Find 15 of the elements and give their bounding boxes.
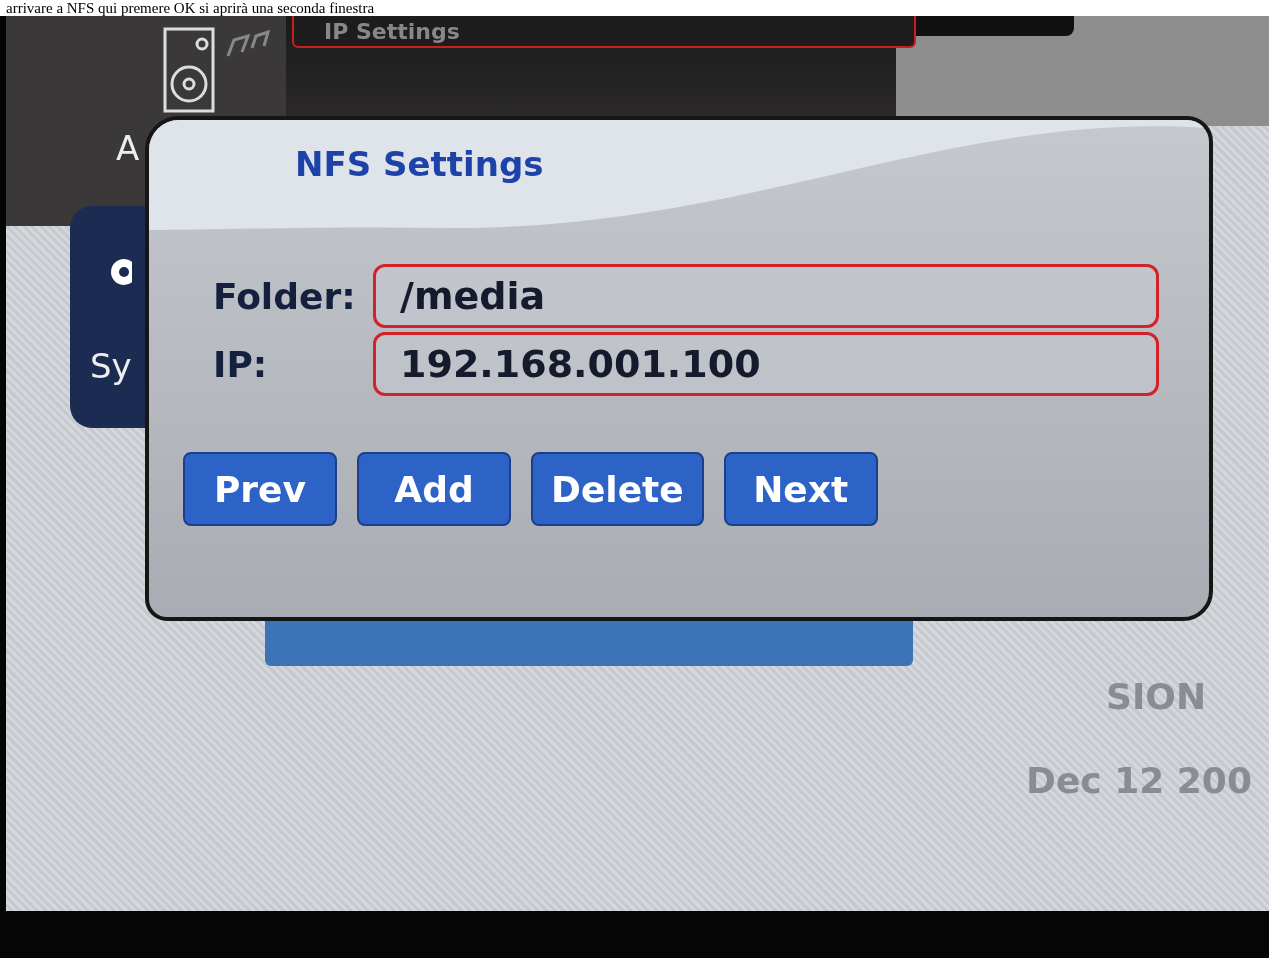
field-label: Folder:: [213, 275, 357, 317]
dialog-button[interactable]: Delete: [531, 452, 704, 526]
dialog-title: NFS Settings: [295, 144, 545, 184]
dialog-button[interactable]: Prev: [183, 452, 337, 526]
menu-label[interactable]: Sy: [90, 346, 132, 386]
input-field[interactable]: 192.168.001.100: [373, 332, 1159, 396]
date-text: Dec 12 200: [1026, 760, 1252, 801]
dialog-button[interactable]: Add: [357, 452, 511, 526]
menu-field: IP Settings: [292, 16, 916, 48]
faint-text: SION: [1106, 676, 1207, 717]
field-label: IP:: [213, 343, 269, 385]
input-field[interactable]: /media: [373, 264, 1159, 328]
menu-label[interactable]: A: [116, 128, 140, 168]
dialog-button[interactable]: Next: [723, 452, 878, 526]
caption-text: arrivare a NFS qui premere OK si aprirà una seconda finestra: [0, 0, 1269, 16]
